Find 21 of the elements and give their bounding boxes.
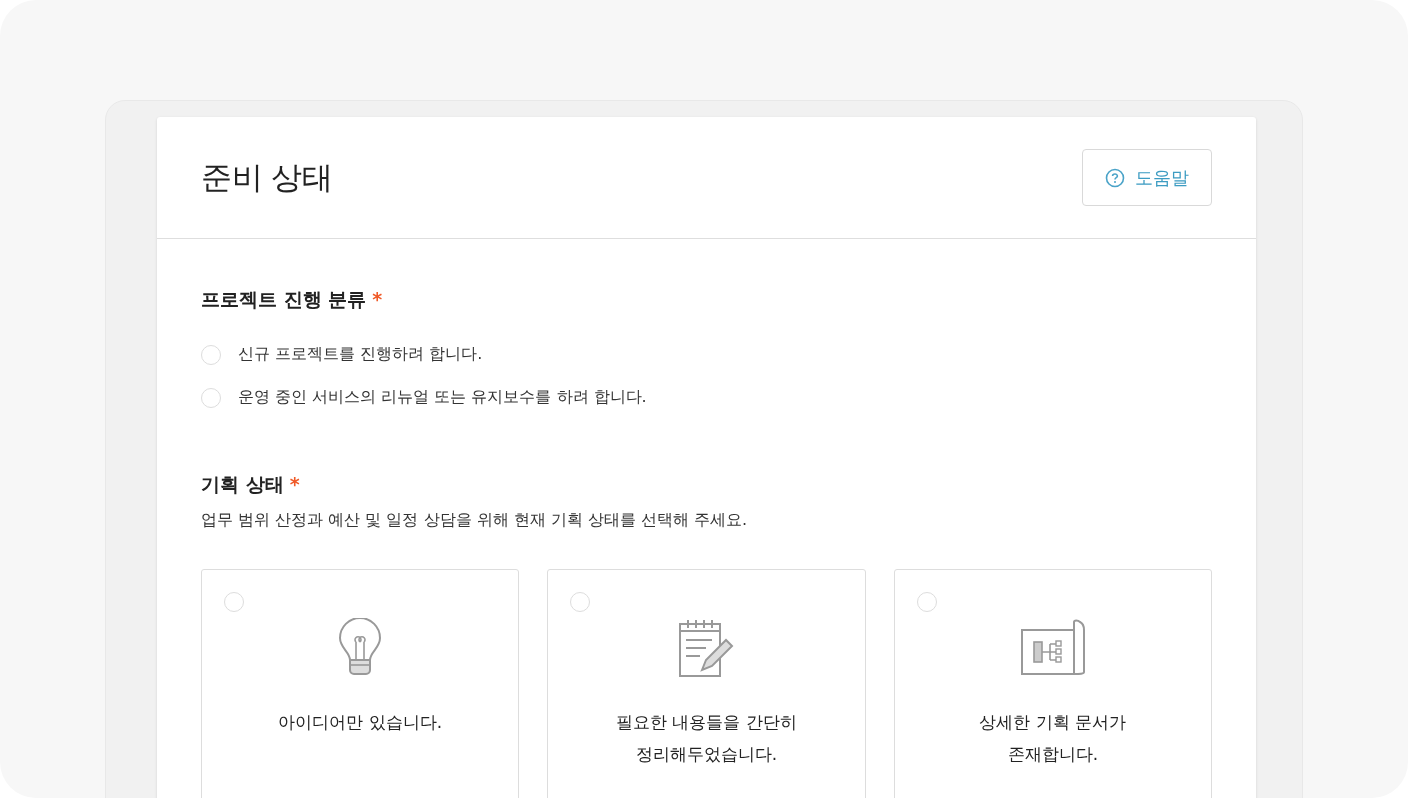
option-card[interactable]: 상세한 기획 문서가 존재합니다. — [893, 569, 1212, 798]
help-icon — [1105, 167, 1125, 188]
section-title: 기획 상태 — [201, 472, 284, 497]
radio-button[interactable] — [201, 344, 221, 365]
required-mark: * — [289, 473, 300, 495]
radio-button[interactable] — [224, 592, 244, 612]
radio-button[interactable] — [201, 387, 221, 408]
option-card[interactable]: 필요한 내용들을 간단히 정리해두었습니다. — [547, 569, 866, 798]
required-mark: * — [372, 288, 383, 310]
radio-option[interactable]: 운영 중인 서비스의 리뉴얼 또는 유지보수를 하려 합니다. — [201, 387, 1212, 408]
radio-button[interactable] — [570, 592, 591, 612]
page-title: 준비 상태 — [201, 157, 333, 197]
flowchart-document-icon — [1019, 618, 1086, 678]
radio-option[interactable]: 신규 프로젝트를 진행하려 합니다. — [201, 344, 1212, 365]
section-description: 업무 범위 산정과 예산 및 일정 상담을 위해 현재 기획 상태를 선택해 주세요. — [201, 510, 749, 531]
option-label: 상세한 기획 문서가 존재합니다. — [979, 711, 1127, 766]
radio-button[interactable] — [916, 592, 937, 612]
option-label: 아이디어만 있습니다. — [278, 711, 443, 734]
option-card[interactable]: 아이디어만 있습니다. — [201, 569, 520, 798]
option-label: 필요한 내용들을 간단히 정리해두었습니다. — [616, 711, 797, 766]
section-title: 프로젝트 진행 분류 — [201, 287, 367, 312]
